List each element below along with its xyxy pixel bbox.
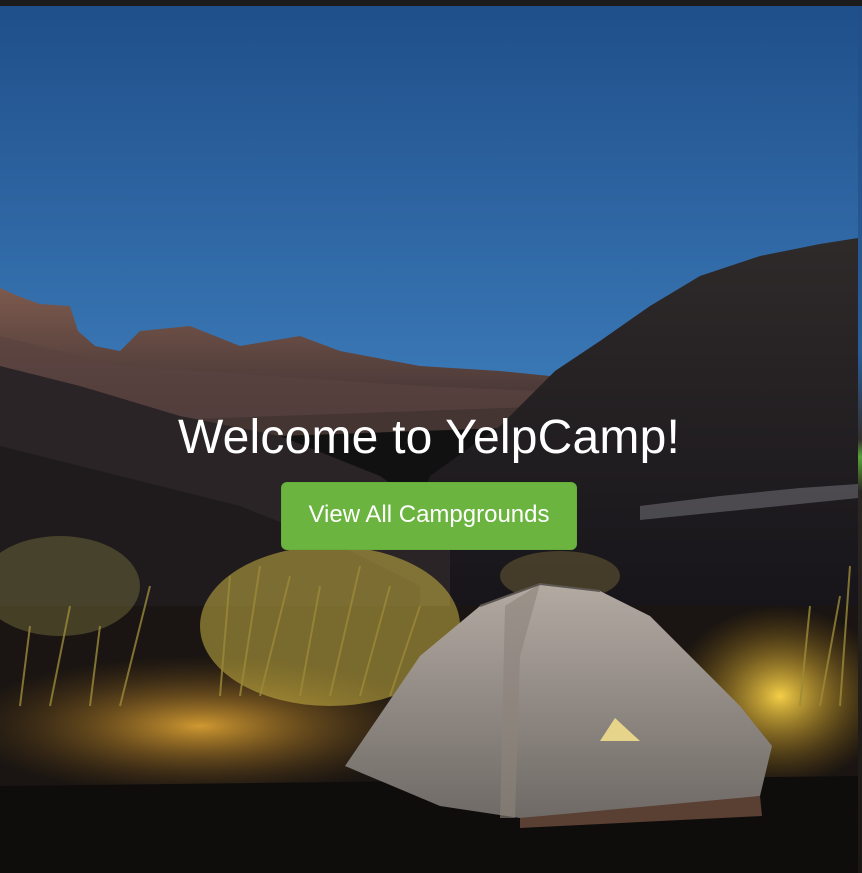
view-all-campgrounds-button[interactable]: View All Campgrounds: [281, 482, 577, 550]
page-right-edge: [858, 6, 862, 873]
hero-section: Welcome to YelpCamp! View All Campground…: [0, 6, 858, 873]
hero-content: Welcome to YelpCamp! View All Campground…: [0, 406, 858, 550]
page-title: Welcome to YelpCamp!: [177, 411, 681, 464]
